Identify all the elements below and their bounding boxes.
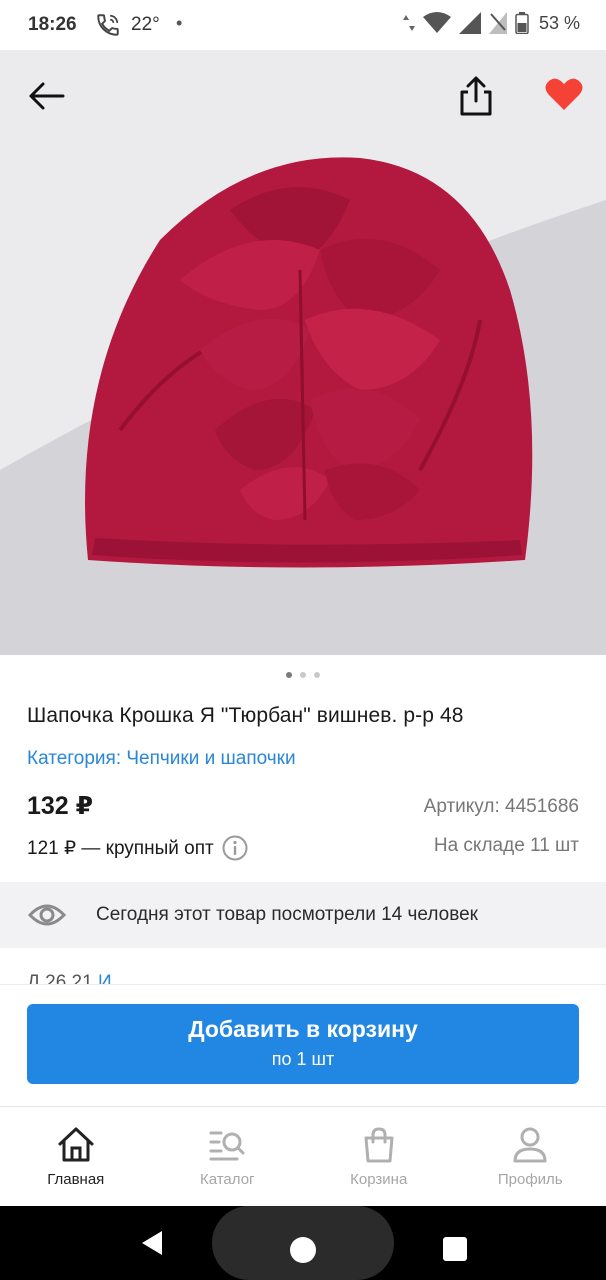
share-button[interactable] xyxy=(452,72,500,120)
shopping-bag-icon xyxy=(364,1127,394,1163)
views-banner: Сегодня этот товар посмотрели 14 человек xyxy=(0,882,606,948)
data-arrows-icon xyxy=(402,15,415,31)
nav-label-home: Главная xyxy=(47,1171,105,1188)
battery-percent: 53 % xyxy=(538,12,580,33)
views-text: Сегодня этот товар посмотрели 14 человек xyxy=(96,904,478,925)
arrow-left-icon xyxy=(29,82,65,110)
pager-dot xyxy=(314,672,320,678)
heart-icon xyxy=(545,78,583,110)
partially-hidden-link[interactable]: И xyxy=(98,972,112,984)
nav-item-home[interactable]: Главная xyxy=(0,1107,152,1207)
pager-dot xyxy=(300,672,306,678)
product-article: Артикул: 4451686 xyxy=(423,796,579,817)
wifi-icon xyxy=(422,12,451,33)
image-pager xyxy=(0,668,606,682)
system-home-icon[interactable] xyxy=(290,1237,316,1263)
product-price: 132 ₽ xyxy=(27,792,94,820)
back-button[interactable] xyxy=(22,74,70,118)
product-photo[interactable] xyxy=(0,50,606,655)
partially-hidden-text: Д 26 21 И xyxy=(27,972,587,984)
add-to-cart-label: Добавить в корзину xyxy=(188,1016,418,1042)
battery-icon xyxy=(515,12,529,34)
wholesale-price-text: 121 ₽ — крупный опт xyxy=(27,837,214,859)
system-back-icon[interactable] xyxy=(138,1228,168,1258)
nav-label-catalog: Каталог xyxy=(199,1171,255,1188)
nav-item-catalog[interactable]: Каталог xyxy=(152,1107,304,1207)
system-recents-icon[interactable] xyxy=(443,1237,467,1261)
home-icon xyxy=(58,1127,94,1162)
nav-label-profile: Профиль xyxy=(497,1171,563,1188)
nav-item-profile[interactable]: Профиль xyxy=(455,1107,606,1207)
partially-hidden-text-content: Д 26 21 xyxy=(27,972,93,984)
status-temperature: 22° xyxy=(131,14,160,35)
call-icon xyxy=(97,14,119,36)
status-time: 18:26 xyxy=(28,14,77,35)
eye-icon xyxy=(28,904,66,926)
status-indicators: 53 % xyxy=(402,12,580,34)
status-notification-dot: • xyxy=(176,13,183,33)
favorite-button[interactable] xyxy=(540,72,588,116)
nav-label-cart: Корзина xyxy=(350,1171,408,1188)
nav-item-cart[interactable]: Корзина xyxy=(303,1107,455,1207)
info-icon[interactable] xyxy=(222,835,248,861)
product-photo-turban-hat xyxy=(0,50,606,655)
product-title: Шапочка Крошка Я "Тюрбан" вишнев. р-р 48 xyxy=(27,704,464,727)
add-to-cart-sublabel: по 1 шт xyxy=(271,1049,335,1069)
catalog-search-icon xyxy=(209,1131,245,1161)
stock-info: На складе 11 шт xyxy=(433,835,579,856)
signal-icon xyxy=(458,12,481,34)
status-bar: 18:26 22° • 53 % xyxy=(0,0,606,50)
share-icon xyxy=(460,76,492,116)
bottom-navigation: Главная Каталог Корзина Профиль xyxy=(0,1106,606,1206)
add-to-cart-button[interactable]: Добавить в корзину по 1 шт xyxy=(27,1004,579,1084)
no-sim-signal-icon xyxy=(488,12,507,34)
pager-dot-active xyxy=(286,672,292,678)
profile-icon xyxy=(513,1127,547,1163)
wholesale-price: 121 ₽ — крупный опт xyxy=(27,835,248,861)
system-navigation-bar xyxy=(0,1206,606,1280)
product-category-link[interactable]: Категория: Чепчики и шапочки xyxy=(27,748,296,770)
